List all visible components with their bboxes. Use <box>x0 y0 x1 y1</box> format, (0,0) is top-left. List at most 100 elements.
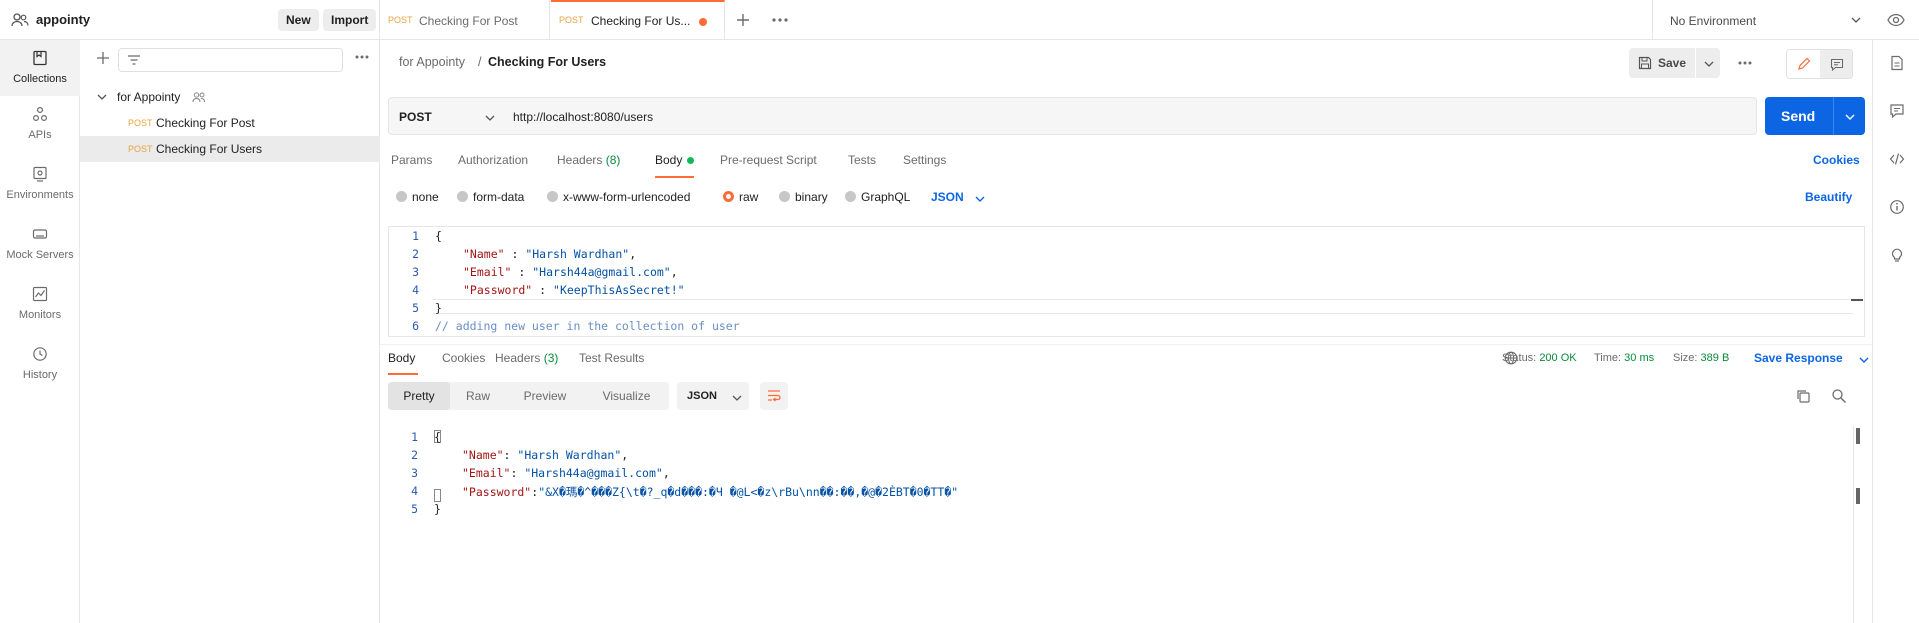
tab-params[interactable]: Params <box>391 153 432 167</box>
save-button[interactable]: Save <box>1629 48 1720 78</box>
chevron-down-icon[interactable] <box>1858 355 1870 365</box>
add-collection-icon[interactable] <box>95 50 111 66</box>
code-line: } <box>434 502 441 516</box>
environment-selector[interactable]: No Environment <box>1652 0 1870 40</box>
tab-settings[interactable]: Settings <box>903 153 946 167</box>
rail-item-collections[interactable]: Collections <box>0 40 80 96</box>
scrollbar-marker <box>1856 428 1860 444</box>
top-bar: appointy New Import POST Checking For Po… <box>0 0 1919 40</box>
view-visualize-button[interactable]: Visualize <box>584 382 669 410</box>
collection-filter-input[interactable] <box>118 48 343 72</box>
chevron-down-icon <box>731 393 743 403</box>
request-tab-checking-for-post[interactable]: POST Checking For Post <box>380 0 550 40</box>
view-preview-button[interactable]: Preview <box>506 382 584 410</box>
response-language-select[interactable]: JSON <box>677 382 749 410</box>
rail-label: History <box>0 369 80 381</box>
divider <box>380 344 1872 345</box>
mock-servers-icon <box>32 226 48 242</box>
lightbulb-icon[interactable] <box>1889 247 1905 263</box>
response-body-viewer[interactable]: 1 2 3 4 5 { "Name": "Harsh Wardhan", "Em… <box>388 426 1865 623</box>
line-number: 6 <box>389 319 419 333</box>
chevron-down-icon[interactable] <box>1703 59 1715 69</box>
collection-folder[interactable]: for Appointy <box>80 84 380 110</box>
comment-mode-button[interactable] <box>1820 50 1853 78</box>
environments-icon <box>32 166 48 182</box>
tab-label: Headers <box>557 153 602 167</box>
info-icon[interactable] <box>1889 199 1905 215</box>
request-tab-checking-for-users[interactable]: POST Checking For Us... <box>551 0 725 40</box>
view-raw-button[interactable]: Raw <box>450 382 506 410</box>
workspace-name[interactable]: appointy <box>36 12 90 27</box>
body-language-select[interactable]: JSON <box>931 190 964 204</box>
sidebar-request-checking-for-users[interactable]: POST Checking For Users <box>80 136 380 162</box>
response-tab-test-results[interactable]: Test Results <box>579 351 644 365</box>
radio-circle <box>723 191 734 202</box>
collection-name: for Appointy <box>117 90 180 104</box>
size-value: 389 B <box>1701 352 1730 364</box>
new-tab-icon[interactable] <box>735 12 751 28</box>
response-time[interactable]: Time: 30 ms <box>1594 352 1654 364</box>
code-icon[interactable] <box>1889 151 1905 167</box>
editor-scrollbar[interactable] <box>1851 299 1863 301</box>
wrap-lines-icon <box>766 388 782 404</box>
response-status[interactable]: Status: 200 OK <box>1502 352 1577 364</box>
scrollbar-marker <box>1856 488 1860 504</box>
tab-body[interactable]: Body <box>655 153 682 167</box>
response-tab-body[interactable]: Body <box>388 351 415 365</box>
save-response-button[interactable]: Save Response <box>1754 351 1843 365</box>
chevron-down-icon[interactable] <box>96 92 108 102</box>
tab-title: Checking For Post <box>419 14 518 28</box>
request-body-editor[interactable]: 1 2 3 4 5 6 { "Name" : "Harsh Wardhan", … <box>388 226 1865 337</box>
view-mode-toggle <box>1786 49 1853 79</box>
cookies-link[interactable]: Cookies <box>1813 153 1860 167</box>
import-button[interactable]: Import <box>323 9 376 31</box>
response-tab-headers[interactable]: Headers (3) <box>495 351 558 365</box>
tab-headers[interactable]: Headers (8) <box>557 153 620 167</box>
sidebar-request-checking-for-post[interactable]: POST Checking For Post <box>80 110 380 136</box>
code-line: "Password":"&X�瑪�^���Z{\t�?_q�d���:�… <box>462 484 958 500</box>
rail-item-mock-servers[interactable]: Mock Servers <box>0 216 80 274</box>
view-pretty-button[interactable]: Pretty <box>388 382 450 410</box>
edit-mode-button[interactable] <box>1787 50 1820 78</box>
rail-item-monitors[interactable]: Monitors <box>0 276 80 334</box>
more-tabs-icon[interactable] <box>770 12 790 28</box>
beautify-link[interactable]: Beautify <box>1805 190 1852 204</box>
chevron-down-icon[interactable] <box>974 194 986 204</box>
new-button[interactable]: New <box>278 9 319 31</box>
response-size[interactable]: Size: 389 B <box>1673 352 1729 364</box>
rail-item-environments[interactable]: Environments <box>0 156 80 214</box>
response-tab-cookies[interactable]: Cookies <box>442 351 485 365</box>
radio-circle <box>547 191 558 202</box>
rail-item-apis[interactable]: APIs <box>0 96 80 154</box>
eye-icon[interactable] <box>1887 12 1905 28</box>
send-button[interactable]: Send <box>1765 97 1865 135</box>
url-input[interactable]: http://localhost:8080/users <box>501 97 1757 135</box>
page-title[interactable]: Checking For Users <box>488 55 606 69</box>
copy-icon[interactable] <box>1795 388 1811 404</box>
code-line: { <box>435 229 442 243</box>
chevron-down-icon <box>1850 15 1862 25</box>
documentation-icon[interactable] <box>1889 55 1905 71</box>
tab-pre-request-script[interactable]: Pre-request Script <box>720 153 817 167</box>
more-options-icon[interactable] <box>354 51 370 63</box>
tab-authorization[interactable]: Authorization <box>458 153 528 167</box>
comment-icon <box>1830 58 1844 71</box>
wrap-lines-button[interactable] <box>760 382 788 410</box>
breadcrumb-parent[interactable]: for Appointy <box>399 55 465 69</box>
code-line: { <box>434 430 441 444</box>
scrollbar-track[interactable] <box>1853 426 1854 623</box>
unsaved-changes-dot[interactable] <box>699 18 707 26</box>
method-select[interactable]: POST <box>388 97 502 135</box>
rail-label: Collections <box>0 73 80 85</box>
rail-item-history[interactable]: History <box>0 336 80 394</box>
tab-tests[interactable]: Tests <box>848 153 876 167</box>
chevron-down-icon[interactable] <box>1844 112 1856 122</box>
divider <box>1833 97 1834 135</box>
search-icon[interactable] <box>1831 388 1847 404</box>
method-badge: POST <box>388 15 413 25</box>
filter-icon[interactable] <box>127 54 141 66</box>
more-options-icon[interactable] <box>1737 57 1753 69</box>
radio-label: x-www-form-urlencoded <box>563 190 690 204</box>
current-line-highlight <box>433 299 1853 314</box>
comments-icon[interactable] <box>1889 103 1905 119</box>
